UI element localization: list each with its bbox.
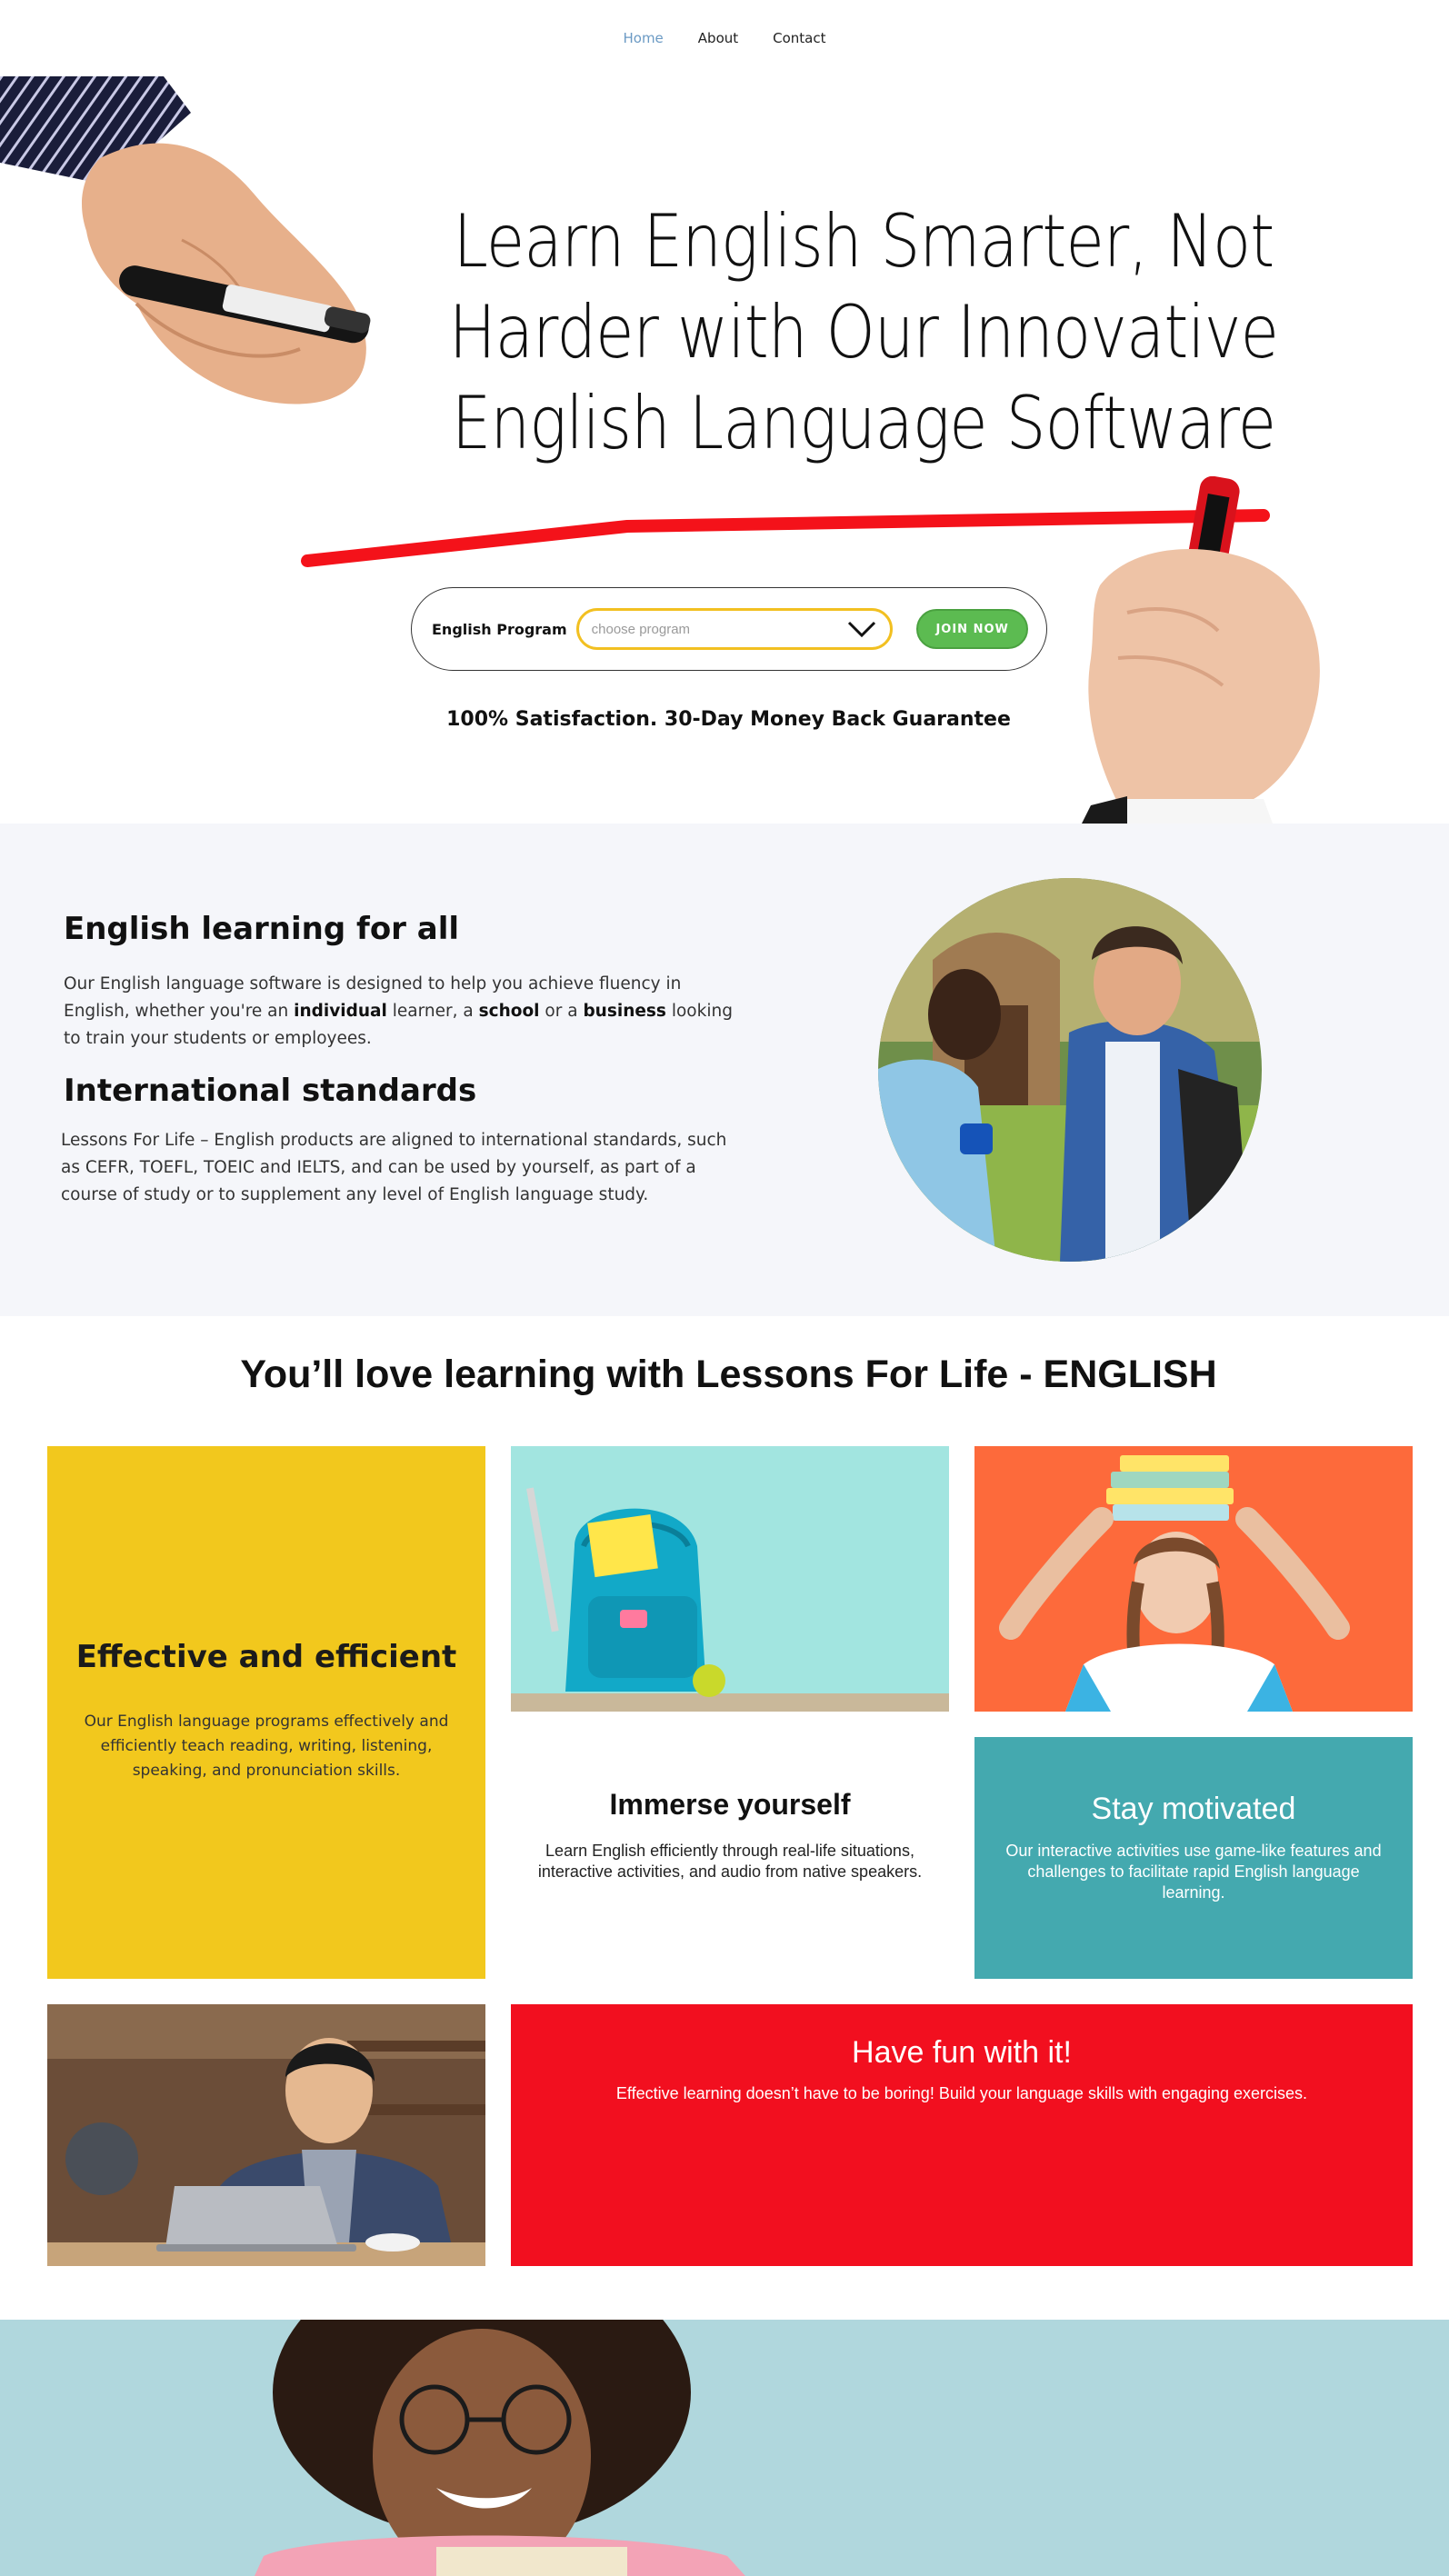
program-signup-form: English Program choose program JOIN NOW: [411, 587, 1047, 671]
top-nav: Home About Contact: [0, 0, 1449, 76]
english-learning-heading: English learning for all: [64, 911, 460, 947]
immerse-yourself-card: Immerse yourself Learn English efficient…: [511, 1737, 949, 1979]
student-with-laptop-illustration: [47, 2004, 485, 2266]
features-heading: You’ll love learning with Lessons For Li…: [240, 1353, 1217, 1396]
backpack-illustration: [511, 1446, 949, 1712]
hero-title: Learn English Smarter, Not Harder with O…: [448, 199, 1279, 465]
student-with-laptop-photo: [47, 2004, 485, 2266]
smiling-woman-photo: [0, 2320, 1449, 2576]
nav-home-link[interactable]: Home: [623, 30, 663, 46]
join-now-button[interactable]: JOIN NOW: [916, 609, 1028, 649]
intro-section: English learning for all Our English lan…: [0, 824, 1449, 1316]
girl-with-books-illustration: [974, 1446, 1413, 1712]
immerse-yourself-title: Immerse yourself: [609, 1788, 851, 1821]
english-learning-text: Our English language software is designe…: [64, 974, 733, 1048]
english-program-label: English Program: [432, 620, 567, 638]
effective-efficient-text: Our English language programs effectivel…: [84, 1712, 449, 1780]
money-back-guarantee: 100% Satisfaction. 30-Day Money Back Gua…: [446, 708, 1011, 731]
have-fun-text: Effective learning doesn’t have to be bo…: [615, 2084, 1308, 2102]
nav-about-link[interactable]: About: [698, 30, 738, 46]
stay-motivated-text: Our interactive activities use game-like…: [1005, 1842, 1382, 1902]
international-standards-heading: International standards: [64, 1073, 477, 1109]
program-select-placeholder: choose program: [591, 621, 691, 637]
hand-with-marker-illustration: [0, 76, 371, 404]
hero-section: Learn English Smarter, Not Harder with O…: [0, 76, 1449, 824]
have-fun-title: Have fun with it!: [852, 2035, 1072, 2070]
bottom-hero-section: [0, 2320, 1449, 2576]
students-talking-photo: [878, 878, 1262, 1262]
effective-efficient-title: Effective and efficient: [75, 1639, 457, 1675]
backpack-photo: [511, 1446, 949, 1712]
chevron-down-icon: [848, 621, 876, 638]
girl-with-books-photo: [974, 1446, 1413, 1712]
program-select[interactable]: choose program: [575, 608, 894, 650]
effective-efficient-card: Effective and efficient Our English lang…: [47, 1446, 485, 1979]
stay-motivated-card: Stay motivated Our interactive activitie…: [974, 1737, 1413, 1979]
immerse-yourself-text: Learn English efficiently through real-l…: [537, 1842, 923, 1881]
stay-motivated-title: Stay motivated: [1091, 1792, 1296, 1826]
have-fun-card: Have fun with it! Effective learning doe…: [511, 2004, 1413, 2266]
nav-contact-link[interactable]: Contact: [773, 30, 825, 46]
hand-with-red-marker-illustration: [1082, 476, 1320, 824]
international-standards-text: Lessons For Life – English products are …: [61, 1131, 727, 1204]
